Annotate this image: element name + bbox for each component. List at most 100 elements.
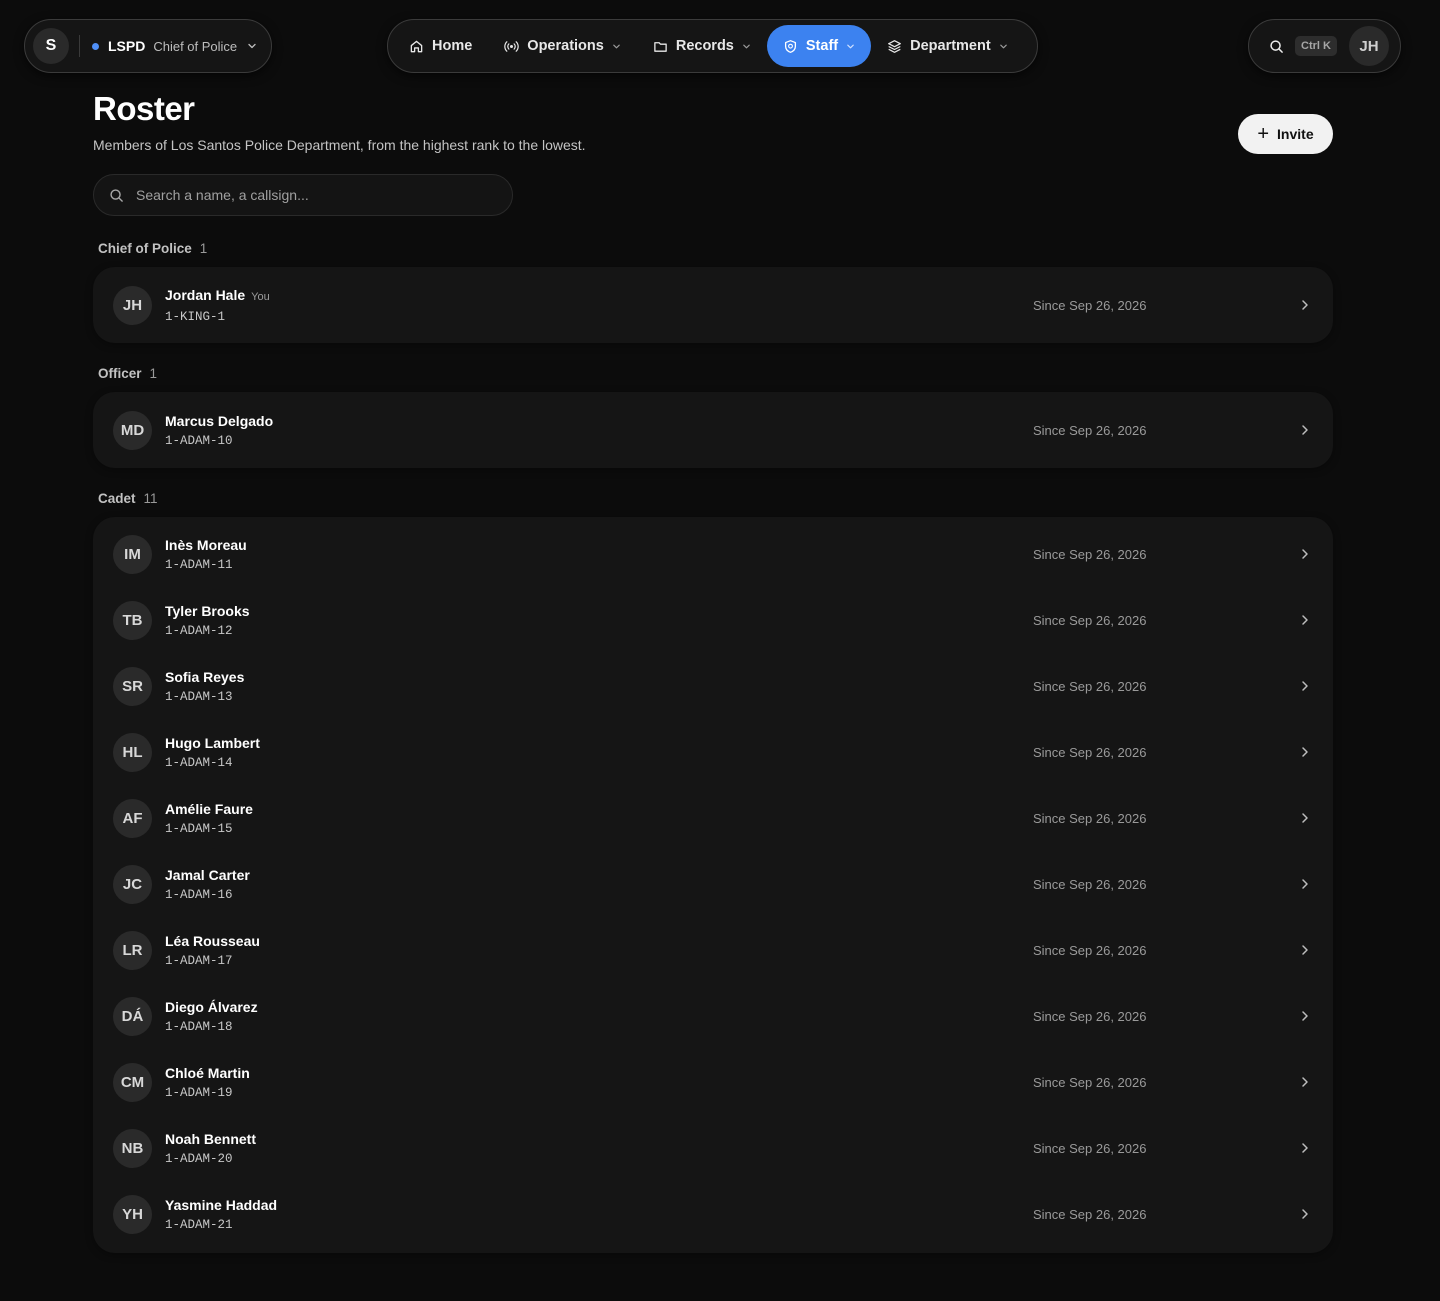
- member-row[interactable]: NB Noah Bennett 1-ADAM-20 Since Sep 26, 2…: [93, 1115, 1333, 1181]
- member-since: Since Sep 26, 2026: [1033, 422, 1147, 438]
- member-row[interactable]: LR Léa Rousseau 1-ADAM-17 Since Sep 26, 2…: [93, 917, 1333, 983]
- org-divider: [79, 35, 80, 57]
- chevron-down-icon: [248, 43, 256, 49]
- you-badge: You: [251, 290, 270, 303]
- group-header-chief-of-police: Chief of Police 1: [98, 241, 207, 256]
- chevron-right-icon: [1302, 879, 1308, 889]
- member-callsign: 1-ADAM-17: [165, 953, 233, 968]
- member-row[interactable]: IM Inès Moreau 1-ADAM-11 Since Sep 26, 20…: [93, 521, 1333, 587]
- search-input[interactable]: [136, 187, 496, 203]
- group-rank: Officer: [98, 366, 142, 381]
- group-rank: Chief of Police: [98, 241, 192, 256]
- member-row[interactable]: HL Hugo Lambert 1-ADAM-14 Since Sep 26, 2…: [93, 719, 1333, 785]
- member-avatar: CM: [113, 1062, 152, 1102]
- nav-records[interactable]: Records: [637, 25, 767, 67]
- utility-bar: Ctrl K JH: [1248, 19, 1401, 73]
- chevron-right-icon: [1302, 300, 1308, 310]
- main-nav: Home Operations Records Staff Department: [387, 19, 1038, 73]
- group-count: 1: [199, 241, 208, 256]
- page-title: Roster: [93, 90, 195, 127]
- search-icon: [1269, 39, 1283, 53]
- chevron-down-icon: [999, 44, 1007, 48]
- nav-home[interactable]: Home: [393, 25, 488, 67]
- member-since: Since Sep 26, 2026: [1033, 546, 1147, 562]
- member-avatar: SR: [113, 666, 152, 706]
- nav-records-label: Records: [675, 38, 734, 54]
- member-row[interactable]: MD Marcus Delgado 1-ADAM-10 Since Sep 26…: [93, 392, 1333, 468]
- member-row[interactable]: YH Yasmine Haddad 1-ADAM-21 Since Sep 26,…: [93, 1181, 1333, 1247]
- nav-operations-label: Operations: [527, 38, 604, 54]
- member-row[interactable]: CM Chloé Martin 1-ADAM-19 Since Sep 26, 2…: [93, 1049, 1333, 1115]
- member-avatar: JH: [113, 285, 152, 325]
- group-card-chief-of-police: JH Jordan Hale You 1-KING-1 Since Sep 26,…: [93, 267, 1333, 343]
- member-since: Since Sep 26, 2026: [1033, 678, 1147, 694]
- org-switcher[interactable]: S LSPD Chief of Police: [24, 19, 272, 73]
- member-since: Since Sep 26, 2026: [1033, 1008, 1147, 1024]
- member-row[interactable]: JC Jamal Carter 1-ADAM-16 Since Sep 26, 2…: [93, 851, 1333, 917]
- member-name: Jordan Hale: [165, 286, 246, 303]
- member-callsign: 1-ADAM-16: [165, 887, 233, 902]
- member-callsign: 1-ADAM-15: [165, 821, 233, 836]
- user-avatar[interactable]: JH: [1348, 26, 1389, 66]
- chevron-right-icon: [1302, 425, 1308, 435]
- member-row[interactable]: DÁ Diego Álvarez 1-ADAM-18 Since Sep 26, …: [93, 983, 1333, 1049]
- nav-department[interactable]: Department: [871, 25, 1024, 67]
- roster-search: [93, 174, 513, 216]
- member-avatar: NB: [113, 1128, 152, 1168]
- chevron-right-icon: [1302, 1077, 1308, 1087]
- member-callsign: 1-ADAM-19: [165, 1085, 233, 1100]
- member-row[interactable]: SR Sofia Reyes 1-ADAM-13 Since Sep 26, 20…: [93, 653, 1333, 719]
- member-row[interactable]: TB Tyler Brooks 1-ADAM-12 Since Sep 26, 2…: [93, 587, 1333, 653]
- member-name: Jamal Carter: [165, 866, 250, 883]
- page-subtitle: Members of Los Santos Police Department,…: [93, 137, 586, 153]
- member-row[interactable]: JH Jordan Hale You 1-KING-1 Since Sep 26,…: [93, 267, 1333, 343]
- member-callsign: 1-KING-1: [165, 309, 226, 324]
- search-icon: [110, 188, 123, 202]
- layers-icon: [888, 39, 902, 53]
- chevron-right-icon: [1302, 615, 1308, 625]
- member-callsign: 1-ADAM-18: [165, 1019, 233, 1034]
- chevron-right-icon: [1302, 681, 1308, 691]
- nav-staff[interactable]: Staff: [766, 25, 872, 67]
- member-callsign: 1-ADAM-12: [165, 623, 233, 638]
- nav-department-label: Department: [910, 38, 991, 54]
- member-name: Léa Rousseau: [165, 932, 260, 949]
- member-since: Since Sep 26, 2026: [1033, 876, 1147, 892]
- member-name: Marcus Delgado: [165, 412, 274, 429]
- folder-icon: [654, 41, 667, 52]
- org-avatar: S: [33, 28, 69, 64]
- member-avatar: AF: [113, 798, 152, 838]
- member-name: Yasmine Haddad: [165, 1196, 278, 1213]
- chevron-down-icon: [743, 44, 750, 48]
- chevron-right-icon: [1302, 549, 1308, 559]
- member-since: Since Sep 26, 2026: [1033, 297, 1147, 313]
- chevron-right-icon: [1302, 1011, 1308, 1021]
- invite-button[interactable]: + Invite: [1238, 114, 1333, 154]
- global-search-button[interactable]: [1263, 33, 1289, 59]
- member-callsign: 1-ADAM-10: [165, 433, 233, 448]
- member-since: Since Sep 26, 2026: [1033, 1140, 1147, 1156]
- chevron-right-icon: [1302, 945, 1308, 955]
- member-avatar: DÁ: [113, 996, 152, 1036]
- member-name: Amélie Faure: [165, 800, 253, 817]
- member-name: Inès Moreau: [165, 536, 247, 553]
- member-since: Since Sep 26, 2026: [1033, 1206, 1147, 1222]
- member-avatar: LR: [113, 930, 152, 970]
- nav-operations[interactable]: Operations: [488, 25, 637, 67]
- member-callsign: 1-ADAM-13: [165, 689, 233, 704]
- chevron-right-icon: [1302, 1209, 1308, 1219]
- group-card-officer: MD Marcus Delgado 1-ADAM-10 Since Sep 26…: [93, 392, 1333, 468]
- group-card-cadet: IM Inès Moreau 1-ADAM-11 Since Sep 26, 20…: [93, 517, 1333, 1253]
- chevron-right-icon: [1302, 747, 1308, 757]
- member-since: Since Sep 26, 2026: [1033, 1074, 1147, 1090]
- member-since: Since Sep 26, 2026: [1033, 942, 1147, 958]
- member-avatar: TB: [113, 600, 152, 640]
- member-avatar: YH: [113, 1194, 152, 1234]
- shortcut-hint: Ctrl K: [1295, 36, 1337, 56]
- chevron-down-icon: [613, 44, 620, 48]
- member-callsign: 1-ADAM-11: [165, 557, 233, 572]
- member-avatar: MD: [113, 410, 152, 450]
- member-row[interactable]: AF Amélie Faure 1-ADAM-15 Since Sep 26, 2…: [93, 785, 1333, 851]
- member-avatar: JC: [113, 864, 152, 904]
- member-callsign: 1-ADAM-21: [165, 1217, 233, 1232]
